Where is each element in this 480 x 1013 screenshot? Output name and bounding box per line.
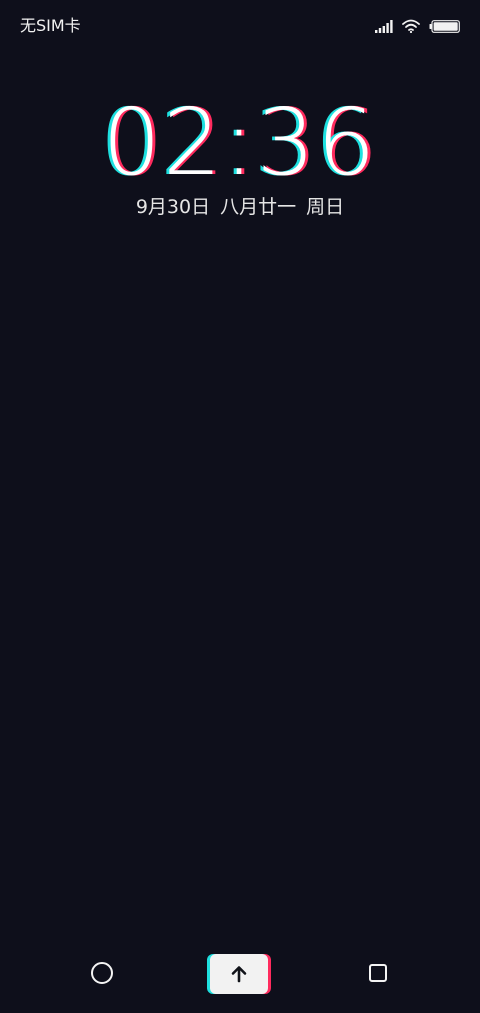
swipe-up-button[interactable] <box>210 954 268 994</box>
date-lunar: 八月廿一 <box>220 196 297 218</box>
lock-screen-clock: 02:36 <box>0 88 480 198</box>
recent-apps-square-icon[interactable] <box>369 964 387 982</box>
date-line: 9月30日 八月廿一 周日 <box>0 194 480 220</box>
wifi-icon <box>402 19 420 33</box>
date-weekday: 周日 <box>306 196 345 218</box>
navigation-bar <box>0 945 480 1005</box>
status-bar: 无SIM卡 <box>0 0 480 52</box>
clock-time: 02:36 <box>102 89 378 196</box>
home-circle-icon[interactable] <box>91 962 113 984</box>
battery-icon <box>429 19 460 33</box>
arrow-up-icon <box>231 966 247 983</box>
signal-icon <box>375 19 393 33</box>
carrier-label: 无SIM卡 <box>20 16 81 35</box>
status-icons <box>375 16 460 36</box>
date-solar: 9月30日 <box>135 196 211 218</box>
